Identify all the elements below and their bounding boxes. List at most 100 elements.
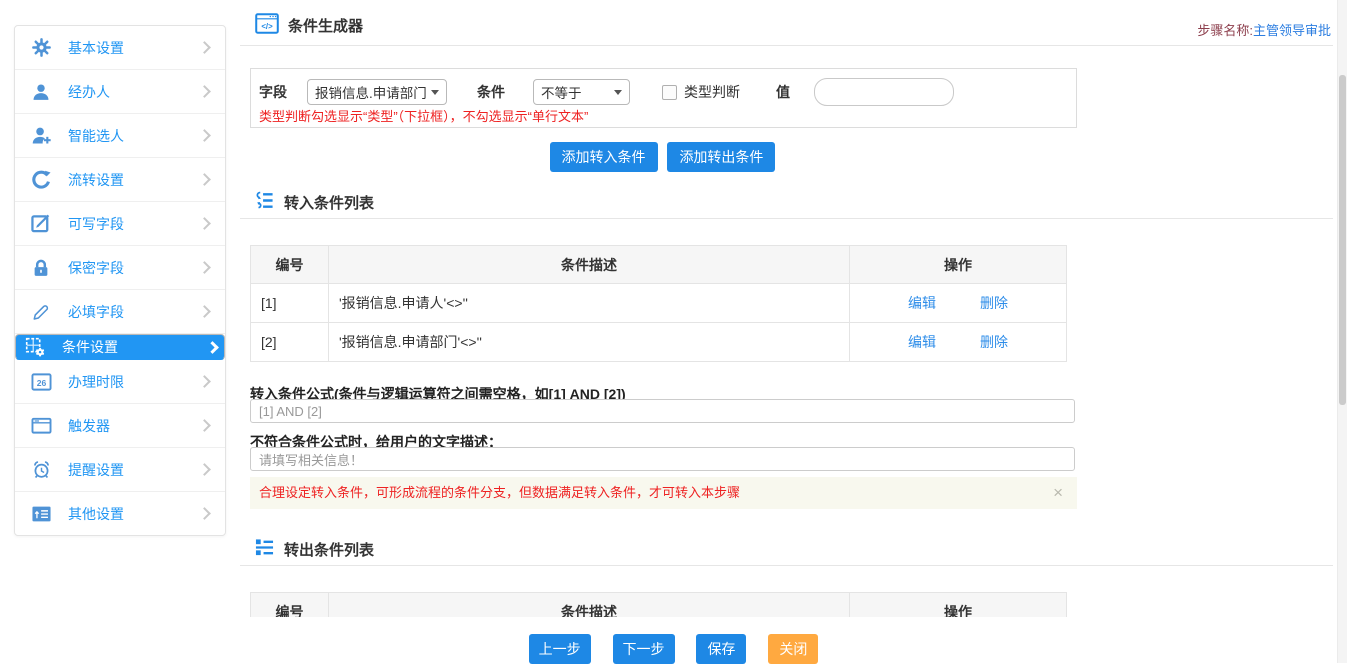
inbound-hint-alert: 合理设定转入条件，可形成流程的条件分支，但数据满足转入条件，才可转入本步骤 × xyxy=(250,477,1077,509)
sidebar-item-label: 触发器 xyxy=(68,416,110,436)
sidebar-item-smart-select[interactable]: 智能选人 xyxy=(15,114,225,158)
outbound-list-section-header: 转出条件列表 xyxy=(255,538,374,560)
gear-icon xyxy=(29,37,53,59)
chevron-right-icon xyxy=(198,261,211,274)
close-icon[interactable]: × xyxy=(1053,477,1063,509)
sidebar-item-secret-fields[interactable]: 保密字段 xyxy=(15,246,225,290)
sidebar-item-label: 流转设置 xyxy=(68,170,124,190)
chevron-right-icon xyxy=(198,419,211,432)
sidebar-item-label: 基本设置 xyxy=(68,38,124,58)
lock-icon xyxy=(29,257,53,279)
scrollbar-thumb[interactable] xyxy=(1339,75,1346,405)
svg-text:</>: </> xyxy=(261,22,273,31)
form-list-icon xyxy=(29,503,53,525)
edit-link[interactable]: 编辑 xyxy=(908,295,936,311)
type-check-note: 类型判断勾选显示“类型”（下拉框），不勾选显示“单行文本” xyxy=(259,106,588,125)
footer-bar: 上一步 下一步 保存 关闭 xyxy=(0,617,1347,663)
sidebar-item-writable-fields[interactable]: 可写字段 xyxy=(15,202,225,246)
sidebar-item-other-settings[interactable]: 其他设置 xyxy=(15,492,225,535)
table-header-row: 编号 条件描述 操作 xyxy=(251,246,1067,284)
user-message-input[interactable] xyxy=(250,447,1075,471)
row-ops: 编辑 删除 xyxy=(850,323,1067,362)
divider xyxy=(240,218,1333,219)
page-header: </> 条件生成器 xyxy=(255,13,363,37)
value-label: 值 xyxy=(776,82,790,102)
sidebar-item-label: 智能选人 xyxy=(68,126,124,146)
save-button[interactable]: 保存 xyxy=(696,634,746,664)
sidebar-item-basic-settings[interactable]: 基本设置 xyxy=(15,26,225,70)
main-content: </> 条件生成器 步骤名称:主管领导审批 字段 报销信息.申请部门 条件 不等… xyxy=(240,0,1333,663)
type-check-checkbox[interactable] xyxy=(662,85,677,100)
chevron-right-icon xyxy=(198,375,211,388)
sidebar-item-time-limit[interactable]: 26 办理时限 xyxy=(15,360,225,404)
inbound-list-title: 转入条件列表 xyxy=(284,192,374,213)
window-icon xyxy=(29,415,53,437)
settings-sidebar: 基本设置 经办人 智能选人 流转设置 可写字段 保密字段 xyxy=(14,25,226,536)
prev-step-button[interactable]: 上一步 xyxy=(529,634,591,664)
calendar-icon: 26 xyxy=(29,371,53,393)
list-in-icon xyxy=(255,191,274,213)
sidebar-item-label: 办理时限 xyxy=(68,372,124,392)
chevron-right-icon xyxy=(198,217,211,230)
caret-down-icon xyxy=(431,90,439,95)
table-row: [2] '报销信息.申请部门'<>'' 编辑删除 xyxy=(251,323,1067,362)
sidebar-item-reminder-settings[interactable]: 提醒设置 xyxy=(15,448,225,492)
sidebar-item-label: 其他设置 xyxy=(68,504,124,524)
scrollbar xyxy=(1337,0,1347,663)
column-header-desc: 条件描述 xyxy=(329,246,850,284)
sidebar-item-flow-settings[interactable]: 流转设置 xyxy=(15,158,225,202)
value-input[interactable] xyxy=(814,78,954,106)
chevron-right-icon xyxy=(198,173,211,186)
edit-link[interactable]: 编辑 xyxy=(908,334,936,350)
row-desc: '报销信息.申请人'<>'' xyxy=(329,284,850,323)
sidebar-item-label: 条件设置 xyxy=(62,337,118,357)
divider xyxy=(240,565,1333,566)
list-out-icon xyxy=(255,538,274,560)
table-row: [1] '报销信息.申请人'<>'' 编辑 删除 xyxy=(251,284,1067,323)
chevron-right-icon xyxy=(198,85,211,98)
alert-text: 合理设定转入条件，可形成流程的条件分支，但数据满足转入条件，才可转入本步骤 xyxy=(259,485,740,500)
inbound-conditions-table: 编号 条件描述 操作 [1] '报销信息.申请人'<>'' 编辑删除 [2] '… xyxy=(250,245,1067,362)
sidebar-item-label: 可写字段 xyxy=(68,214,124,234)
chevron-right-icon xyxy=(206,341,219,354)
sidebar-item-handler[interactable]: 经办人 xyxy=(15,70,225,114)
add-inbound-condition-button[interactable]: 添加转入条件 xyxy=(550,142,658,172)
edit-box-icon xyxy=(29,213,53,235)
row-ops: 编辑 删除 xyxy=(850,284,1067,323)
sidebar-item-condition-settings[interactable]: 条件设置 xyxy=(15,334,225,360)
close-button[interactable]: 关闭 xyxy=(768,634,818,664)
column-header-no: 编号 xyxy=(251,246,329,284)
row-desc: '报销信息.申请部门'<>'' xyxy=(329,323,850,362)
condition-builder-row: 字段 报销信息.申请部门 条件 不等于 类型判断 值 xyxy=(259,78,954,106)
add-buttons-row: 添加转入条件 添加转出条件 xyxy=(250,142,1075,172)
divider xyxy=(240,45,1333,46)
inbound-list-section-header: 转入条件列表 xyxy=(255,191,374,213)
add-outbound-condition-button[interactable]: 添加转出条件 xyxy=(667,142,775,172)
sidebar-item-required-fields[interactable]: 必填字段 xyxy=(15,290,225,334)
sidebar-item-trigger[interactable]: 触发器 xyxy=(15,404,225,448)
formula-input[interactable] xyxy=(250,399,1075,423)
field-select-value: 报销信息.申请部门 xyxy=(315,82,426,102)
sidebar-item-label: 必填字段 xyxy=(68,302,124,322)
step-name: 步骤名称:主管领导审批 xyxy=(1197,20,1331,39)
refresh-icon xyxy=(29,169,53,191)
delete-link[interactable]: 删除 xyxy=(980,295,1008,311)
caret-down-icon xyxy=(614,90,622,95)
row-no: [1] xyxy=(251,284,329,323)
svg-text:26: 26 xyxy=(36,378,46,388)
outbound-list-title: 转出条件列表 xyxy=(284,539,374,560)
sidebar-item-label: 保密字段 xyxy=(68,258,124,278)
user-icon xyxy=(29,81,53,103)
next-step-button[interactable]: 下一步 xyxy=(613,634,675,664)
chevron-right-icon xyxy=(198,41,211,54)
field-select[interactable]: 报销信息.申请部门 xyxy=(307,79,447,105)
condition-select[interactable]: 不等于 xyxy=(533,79,630,105)
pencil-icon xyxy=(29,301,53,323)
column-header-ops: 操作 xyxy=(850,246,1067,284)
delete-link[interactable]: 删除 xyxy=(980,334,1008,350)
chevron-right-icon xyxy=(198,463,211,476)
condition-label: 条件 xyxy=(477,82,505,102)
chevron-right-icon xyxy=(198,507,211,520)
chevron-right-icon xyxy=(198,129,211,142)
user-add-icon xyxy=(29,125,53,147)
